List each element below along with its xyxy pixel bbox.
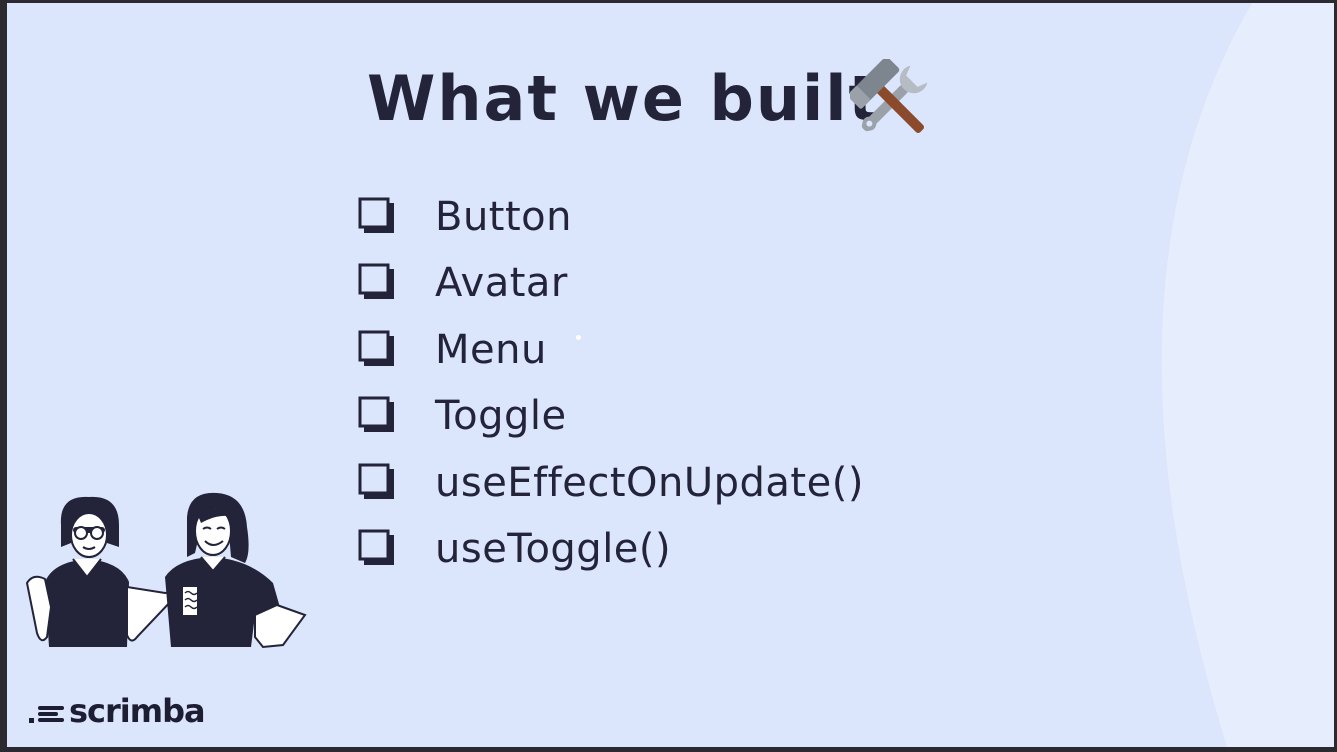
scrimba-logo-icon — [29, 706, 64, 723]
checkbox-icon — [358, 463, 394, 499]
checkbox-icon — [358, 197, 394, 233]
list-item-label: Toggle — [435, 393, 567, 440]
scrimba-brand: scrimba — [29, 692, 219, 731]
slide-title: What we built — [367, 62, 881, 135]
hammer-and-wrench-icon — [850, 59, 928, 133]
list-item-label: Menu — [435, 326, 547, 373]
checkbox-icon — [358, 396, 394, 433]
list-item-label: Button — [435, 194, 572, 240]
list-item-label: useToggle() — [435, 525, 672, 572]
slide: What we built Button Avatar Menu Toggle … — [7, 3, 1334, 747]
list-item-label: Avatar — [435, 260, 568, 307]
brand-name: scrimba — [69, 692, 206, 730]
checkbox-icon — [358, 330, 394, 366]
cursor-dot — [576, 335, 581, 340]
checkbox-icon — [358, 263, 394, 300]
list-item-label: useEffectOnUpdate() — [435, 459, 864, 506]
illustration-two-people — [25, 492, 307, 649]
checkbox-icon — [358, 529, 394, 565]
